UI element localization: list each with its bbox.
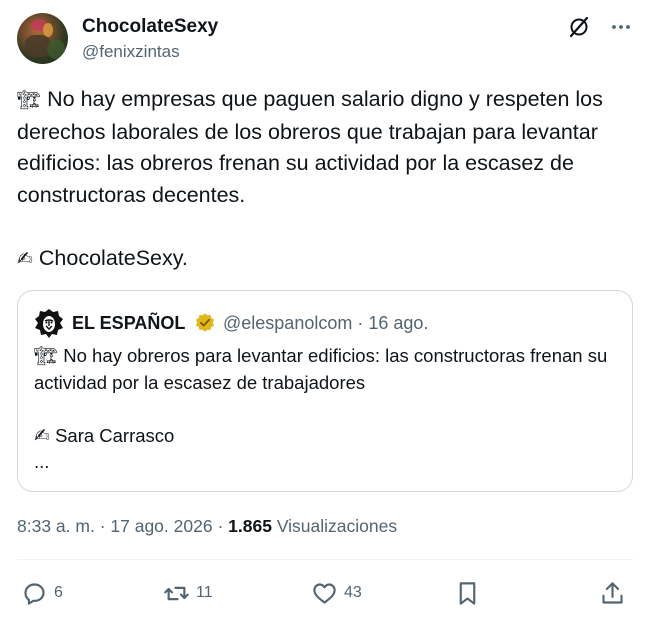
- quote-display-name[interactable]: EL ESPAÑOL: [72, 312, 185, 334]
- like-icon: [313, 582, 336, 604]
- like-button[interactable]: 43: [311, 578, 362, 608]
- tweet-text: 🏗 No hay empresas que paguen salario dig…: [17, 84, 633, 275]
- share-button[interactable]: [599, 578, 626, 608]
- reply-icon: [24, 582, 45, 605]
- quote-body: No hay obreros para levantar edificios: …: [34, 345, 613, 393]
- retweet-button[interactable]: 11: [163, 578, 213, 608]
- quote-handle-date: @elespanolcom · 16 ago.: [223, 313, 429, 333]
- views-label: Visualizaciones: [276, 516, 398, 536]
- retweet-icon: [164, 586, 189, 600]
- quote-avatar: [33, 307, 65, 339]
- avatar[interactable]: [17, 13, 68, 64]
- quote-handle: @elespanolcom: [223, 313, 353, 333]
- more-icon[interactable]: [609, 15, 633, 39]
- retweet-count: 11: [196, 584, 213, 601]
- writing-hand-emoji-icon: ✍: [17, 247, 33, 270]
- grok-icon[interactable]: [567, 15, 591, 39]
- verified-icon: [196, 313, 214, 332]
- divider: [17, 559, 633, 560]
- tweet-signature: ChocolateSexy.: [38, 245, 188, 270]
- quote-date: 16 ago.: [368, 313, 429, 333]
- tweet-date[interactable]: 17 ago. 2026: [110, 516, 212, 536]
- reply-button[interactable]: 6: [21, 578, 63, 608]
- tweet-time[interactable]: 8:33 a. m.: [17, 516, 95, 536]
- action-bar: 6 11 43: [17, 578, 633, 608]
- bookmark-icon: [459, 581, 476, 605]
- quote-signature: Sara Carrasco: [55, 424, 175, 446]
- tweet-header: ChocolateSexy @fenixzintas: [17, 13, 633, 67]
- tweet-meta: 8:33 a. m. · 17 ago. 2026 · 1.865 Visual…: [17, 516, 398, 536]
- share-icon: [602, 581, 623, 604]
- bookmark-button[interactable]: [454, 578, 481, 608]
- views-count: 1.865: [228, 516, 272, 536]
- quote-ellipsis: ...: [34, 451, 50, 472]
- like-count: 43: [344, 584, 362, 601]
- quoted-tweet[interactable]: EL ESPAÑOL @elespanolcom · 16 ago. 🏗 No …: [17, 290, 633, 492]
- reply-count: 6: [54, 584, 63, 601]
- writing-hand-emoji-icon: ✍: [34, 424, 50, 447]
- crane-emoji-icon: 🏗: [34, 345, 59, 367]
- quote-text: 🏗 No hay obreros para levantar edificios…: [34, 343, 624, 476]
- tweet-body: No hay empresas que paguen salario digno…: [17, 87, 609, 207]
- author-handle[interactable]: @fenixzintas: [82, 41, 180, 63]
- crane-emoji-icon: 🏗: [17, 89, 42, 111]
- author-display-name[interactable]: ChocolateSexy: [82, 16, 218, 38]
- lion-logo-icon: [35, 309, 63, 338]
